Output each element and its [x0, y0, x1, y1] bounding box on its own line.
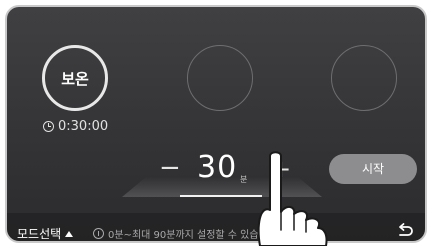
device-screen: 보온 0:30:00 − 30 분 + 시작 모드선택 0분~최대 90분까지 … — [5, 5, 427, 243]
back-arrow-icon[interactable] — [395, 221, 415, 241]
pointing-hand-icon — [257, 151, 328, 246]
mode-label: 보온 — [61, 70, 89, 88]
decrease-button[interactable]: − — [159, 155, 181, 181]
mode-select-label: 모드선택 — [17, 227, 62, 241]
mode-button-empty-3[interactable] — [331, 45, 397, 111]
timer-readout: 0:30:00 — [43, 119, 108, 134]
mode-button-empty-2[interactable] — [187, 45, 253, 111]
triangle-up-icon — [65, 230, 74, 237]
info-icon — [93, 228, 104, 239]
timer-text: 0:30:00 — [58, 119, 109, 134]
mode-button-warm[interactable]: 보온 — [42, 45, 108, 111]
start-button[interactable]: 시작 — [329, 154, 417, 184]
time-value: 30 — [197, 150, 238, 185]
clock-icon — [43, 121, 54, 132]
mode-select-button[interactable]: 모드선택 — [17, 225, 74, 241]
time-unit: 분 — [240, 175, 248, 184]
